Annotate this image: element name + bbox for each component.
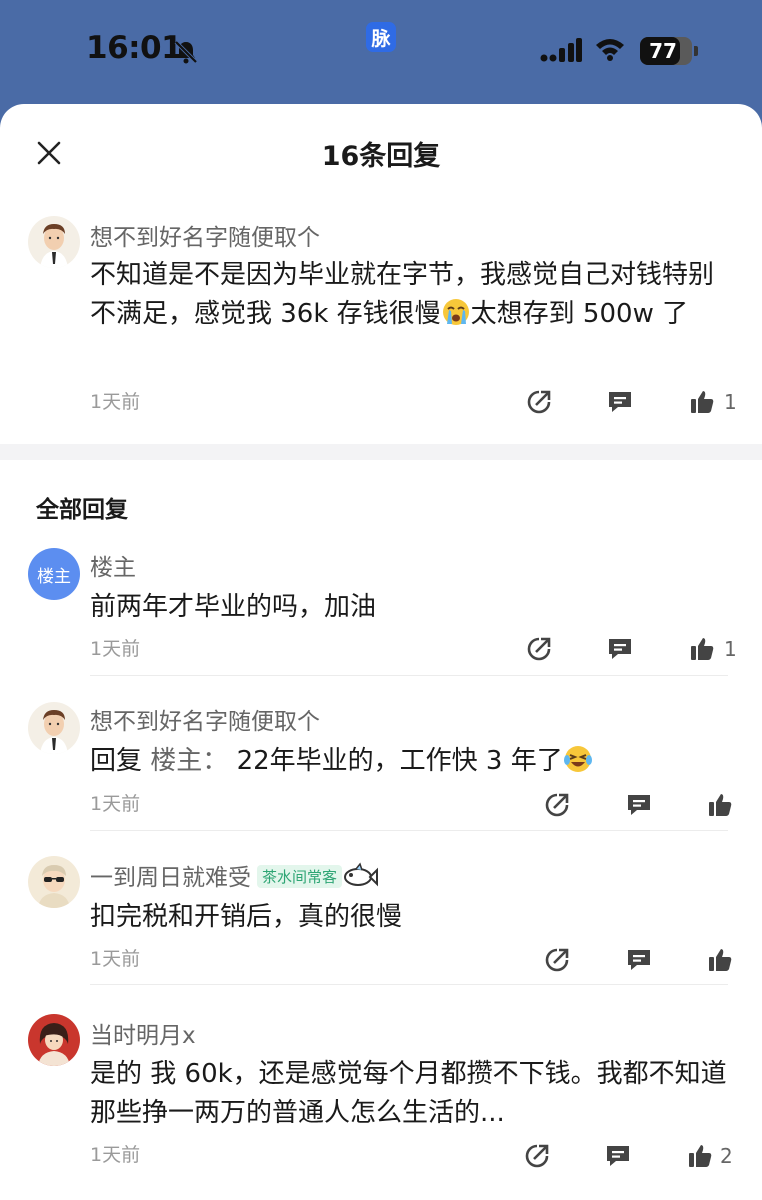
avatar[interactable] [28,1014,80,1066]
sheet-header: 16条回复 [0,104,762,204]
reply-author[interactable]: 想不到好名字随便取个 [90,702,320,736]
post-text-b: 太想存到 500w 了 [470,299,689,329]
post-time: 1天前 [90,391,141,413]
comment-icon[interactable] [625,791,653,819]
row-divider [90,675,728,676]
share-icon[interactable] [543,946,571,974]
reply-author[interactable]: 一到周日就难受 [90,865,251,891]
avatar[interactable]: 楼主 [28,548,80,600]
wifi-icon [596,39,624,61]
reply-author[interactable]: 楼主 [90,548,136,582]
row-divider [90,830,728,831]
reply-content: 扣完税和开销后，真的很慢 [90,902,403,932]
share-icon[interactable] [543,791,571,819]
status-time: 16:01 [86,30,183,66]
fish-badge-icon [344,862,379,887]
section-divider [0,444,762,460]
avatar[interactable] [28,702,80,754]
bell-muted-icon [174,40,198,64]
crying-emoji-icon [442,299,469,325]
row-divider [90,984,728,985]
reply-time: 1天前 [90,948,141,970]
share-icon[interactable] [525,388,553,416]
like-count: 2 [720,1144,733,1168]
reply-prefix: 回复 [90,746,143,776]
thumbs-up-icon[interactable] [686,1142,714,1170]
thumbs-up-icon[interactable] [688,388,716,416]
reply-content: 回复 楼主： 22年毕业的，工作快 3 年了 [90,742,730,781]
thumbs-up-icon[interactable] [706,946,734,974]
comment-icon[interactable] [625,946,653,974]
sheet-title: 16条回复 [321,141,441,172]
battery-indicator: 77 [640,37,692,65]
sunglasses-avatar-icon [28,856,80,908]
user-tag: 茶水间常客 [257,865,343,888]
avatar-label: 楼主 [37,566,71,587]
laughing-tears-emoji-icon [563,746,592,772]
reply-time: 1天前 [90,1144,141,1166]
replies-sheet: 16条回复 想不到好名字随便取个 不知道是不是因为毕业就在字节，我感觉自己对钱特… [0,104,762,1200]
app-badge: 脉 [366,22,396,52]
share-icon[interactable] [525,635,553,663]
share-icon[interactable] [523,1142,551,1170]
comment-icon[interactable] [606,635,634,663]
man-avatar-icon [28,216,80,268]
thumbs-up-icon[interactable] [706,791,734,819]
like-count: 1 [724,390,737,414]
reply-time: 1天前 [90,638,141,660]
section-title: 全部回复 [36,497,128,523]
comment-icon[interactable] [606,388,634,416]
like-count: 1 [724,637,737,661]
reply-target[interactable]: 楼主： [150,746,228,776]
battery-percent: 77 [649,39,677,63]
post-author[interactable]: 想不到好名字随便取个 [90,218,320,252]
post-content: 不知道是不是因为毕业就在字节，我感觉自己对钱特别不满足，感觉我 36k 存钱很慢… [90,256,730,334]
status-bar: 16:01 脉 77 [0,0,762,104]
avatar[interactable] [28,856,80,908]
reply-content: 是的 我 60k，还是感觉每个月都攒不下钱。我都不知道那些挣一两万的普通人怎么生… [90,1059,727,1128]
thumbs-up-icon[interactable] [688,635,716,663]
man-avatar-icon [28,702,80,754]
reply-text: 22年毕业的，工作快 3 年了 [236,746,563,776]
reply-author-row: 一到周日就难受 茶水间常客 [90,858,379,892]
reply-time: 1天前 [90,793,141,815]
reply-content: 前两年才毕业的吗，加油 [90,592,377,622]
reply-author[interactable]: 当时明月x [90,1016,196,1050]
woman-avatar-icon [28,1014,80,1066]
cellular-signal-icon [540,38,582,62]
battery-cap [694,46,698,56]
avatar[interactable] [28,216,80,268]
comment-icon[interactable] [604,1142,632,1170]
